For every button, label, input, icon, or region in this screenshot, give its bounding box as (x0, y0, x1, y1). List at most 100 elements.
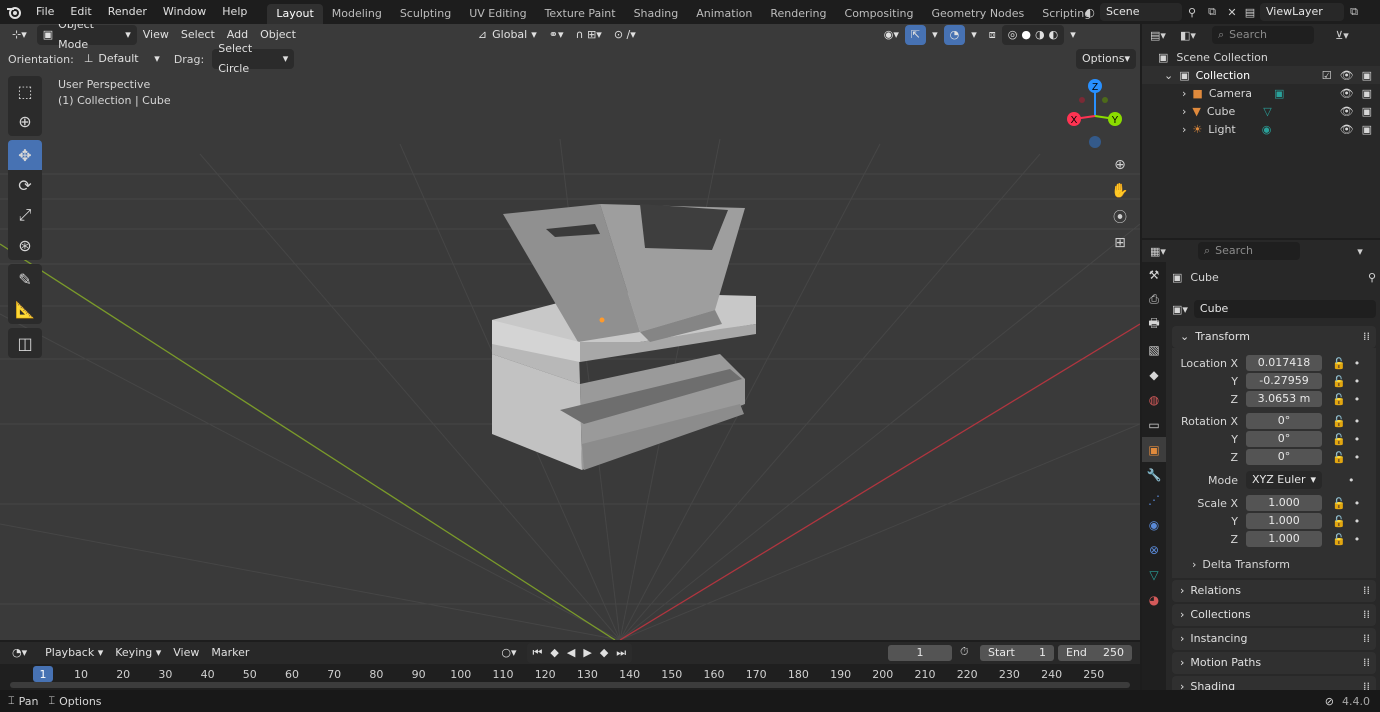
chevron-right-icon[interactable]: › (1182, 87, 1186, 100)
render-camera-icon[interactable]: ▣ (1362, 123, 1372, 136)
gizmo-dropdown-icon[interactable]: ▾ (926, 25, 944, 45)
tree-row-cube[interactable]: › ▼ Cube ▽ 👁 ▣ (1142, 102, 1380, 120)
shading-panel-header[interactable]: › Shading ⁞⁞ (1172, 676, 1376, 690)
camera-view-icon[interactable]: ⦿ (1106, 204, 1134, 230)
menu-view[interactable]: View (137, 25, 175, 45)
tab-layout[interactable]: Layout (267, 4, 323, 24)
rotation-z-field[interactable]: 0° (1246, 449, 1322, 465)
scale-x-field[interactable]: 1.000 (1246, 495, 1322, 511)
world-tab-icon[interactable]: ◍ (1142, 387, 1166, 412)
light-data-icon[interactable]: ◉ (1262, 123, 1272, 136)
chevron-right-icon[interactable]: › (1182, 123, 1186, 136)
lock-icon[interactable]: 🔓 (1332, 497, 1346, 510)
rotate-icon[interactable]: ⟳ (8, 170, 42, 200)
tab-modeling[interactable]: Modeling (323, 4, 391, 24)
keyframe-dot-icon[interactable]: • (1354, 357, 1361, 370)
gizmo-neg-z-axis[interactable] (1089, 136, 1101, 148)
view-layer-tab-icon[interactable]: ▧ (1142, 337, 1166, 362)
rendered-shading-icon[interactable]: ◐ (1049, 25, 1059, 45)
eye-icon[interactable]: 👁 (1340, 123, 1354, 136)
proportional-edit-icon[interactable]: ⊙ ∕▾ (608, 25, 642, 45)
perspective-grid-icon[interactable]: ⊞ (1106, 230, 1134, 256)
move-icon[interactable]: ✥ (8, 140, 42, 170)
lock-icon[interactable]: 🔓 (1332, 357, 1346, 370)
chevron-down-icon[interactable]: ▾ (1350, 242, 1370, 260)
properties-search-input[interactable]: ⌕ Search (1198, 242, 1300, 260)
location-z-field[interactable]: 3.0653 m (1246, 391, 1322, 407)
filter-icon[interactable]: ⊻▾ (1332, 26, 1352, 44)
menu-select[interactable]: Select (175, 25, 221, 45)
drag-handle-icon[interactable]: ⁞⁞ (1363, 652, 1370, 674)
collections-panel-header[interactable]: › Collections ⁞⁞ (1172, 604, 1376, 626)
overlay-dropdown-icon[interactable]: ▾ (965, 25, 983, 45)
instancing-panel-header[interactable]: › Instancing ⁞⁞ (1172, 628, 1376, 650)
navigation-gizmo[interactable]: Z Y X (1058, 76, 1136, 152)
measure-icon[interactable]: 📐 (8, 294, 42, 324)
view-layer-field[interactable]: ViewLayer (1260, 3, 1344, 21)
keyframe-dot-icon[interactable]: • (1354, 433, 1361, 446)
keyframe-dot-icon[interactable]: • (1348, 474, 1355, 487)
view-layer-icon[interactable]: ▤ (1240, 3, 1260, 21)
solid-shading-icon[interactable]: ● (1021, 25, 1031, 45)
location-y-field[interactable]: -0.27959 (1246, 373, 1322, 389)
wireframe-shading-icon[interactable]: ◎ (1008, 25, 1018, 45)
tool-tab-icon[interactable]: ⚒ (1142, 262, 1166, 287)
render-camera-icon[interactable]: ▣ (1362, 69, 1372, 82)
eye-icon[interactable]: 👁 (1340, 69, 1354, 82)
camera-data-icon[interactable]: ▣ (1274, 87, 1284, 100)
menu-edit[interactable]: Edit (62, 0, 99, 24)
keyframe-dot-icon[interactable]: • (1354, 415, 1361, 428)
pin-icon[interactable]: ⚲ (1368, 271, 1376, 284)
pan-hand-icon[interactable]: ✋ (1106, 178, 1134, 204)
scale-y-field[interactable]: 1.000 (1246, 513, 1322, 529)
orientation-dropdown[interactable]: ⊥ Default ▾ (78, 49, 166, 69)
network-off-icon[interactable]: ⊘ (1325, 695, 1334, 708)
scene-field[interactable]: Scene (1100, 3, 1182, 21)
drag-handle-icon[interactable]: ⁞⁞ (1363, 580, 1370, 602)
delta-transform-subpanel[interactable]: › Delta Transform (1172, 554, 1372, 574)
material-shading-icon[interactable]: ◑ (1035, 25, 1045, 45)
menu-window[interactable]: Window (155, 0, 214, 24)
tab-animation[interactable]: Animation (687, 4, 761, 24)
eye-icon[interactable]: 👁 (1340, 105, 1354, 118)
drag-handle-icon[interactable]: ⁞⁞ (1363, 628, 1370, 650)
cursor-icon[interactable]: ⊕ (8, 106, 42, 136)
tree-row-collection[interactable]: ⌄ ▣ Collection ☑ 👁 ▣ (1142, 66, 1380, 84)
rotation-mode-dropdown[interactable]: XYZ Euler ▾ (1246, 471, 1322, 489)
keyframe-dot-icon[interactable]: • (1354, 393, 1361, 406)
tab-compositing[interactable]: Compositing (836, 4, 923, 24)
object-tab-icon[interactable]: ▣ (1142, 437, 1166, 462)
scene-icon[interactable]: ◐ (1080, 3, 1100, 21)
tree-row-light[interactable]: › ☀ Light ◉ 👁 ▣ (1142, 120, 1380, 138)
checkbox-icon[interactable]: ☑ (1322, 69, 1332, 82)
lock-icon[interactable]: 🔓 (1332, 533, 1346, 546)
overlay-toggle-icon[interactable]: ◔ (943, 25, 966, 45)
particles-tab-icon[interactable]: ⋰ (1142, 487, 1166, 512)
editor-type-icon[interactable]: ▦▾ (1148, 242, 1168, 260)
mode-dropdown[interactable]: ▣ Object Mode ▾ (36, 24, 137, 51)
gizmo-toggle-icon[interactable]: ⇱ (904, 25, 927, 45)
location-x-field[interactable]: 0.017418 (1246, 355, 1322, 371)
editor-type-icon[interactable]: ⊹▾ (6, 25, 33, 45)
scene-tab-icon[interactable]: ◆ (1142, 362, 1166, 387)
snap-icon[interactable]: ∩ ⊞▾ (570, 25, 608, 45)
render-camera-icon[interactable]: ▣ (1362, 87, 1372, 100)
rotation-x-field[interactable]: 0° (1246, 413, 1322, 429)
rotation-y-field[interactable]: 0° (1246, 431, 1322, 447)
editor-type-icon[interactable]: ▤▾ (1148, 26, 1168, 44)
keyframe-dot-icon[interactable]: • (1354, 375, 1361, 388)
render-tab-icon[interactable]: ⎙ (1142, 287, 1166, 312)
output-tab-icon[interactable]: 🖶 (1142, 312, 1166, 337)
constraints-tab-icon[interactable]: ⊗ (1142, 537, 1166, 562)
drag-handle-icon[interactable]: ⁞⁞ (1363, 676, 1370, 690)
material-tab-icon[interactable]: ◕ (1142, 587, 1166, 612)
transform-icon[interactable]: ⊛ (8, 230, 42, 260)
tree-row-camera[interactable]: › ■ Camera ▣ 👁 ▣ (1142, 84, 1380, 102)
pin-icon[interactable]: ⚲ (1182, 3, 1202, 21)
menu-render[interactable]: Render (100, 0, 155, 24)
tab-rendering[interactable]: Rendering (761, 4, 835, 24)
xray-icon[interactable]: ⧈ (983, 25, 1002, 45)
object-type-dropdown[interactable]: ▣▾ (1172, 303, 1188, 316)
tab-shading[interactable]: Shading (625, 4, 688, 24)
render-camera-icon[interactable]: ▣ (1362, 105, 1372, 118)
